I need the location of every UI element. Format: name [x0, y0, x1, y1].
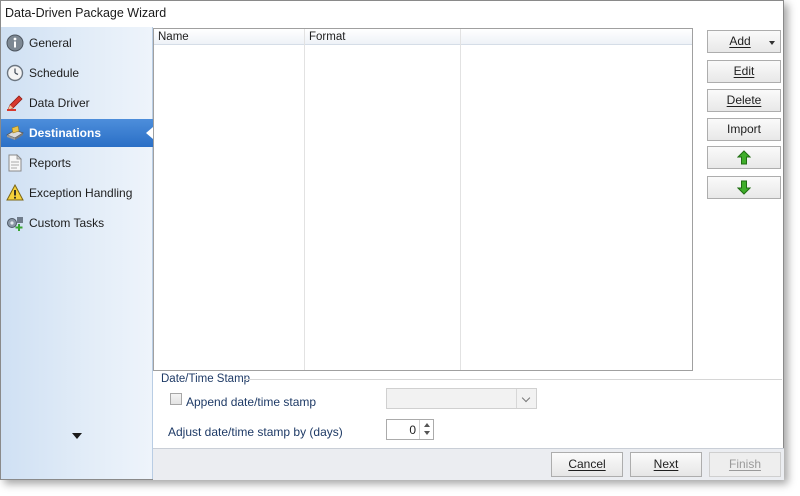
- info-icon: [6, 34, 24, 52]
- adjust-days-label: Adjust date/time stamp by (days): [168, 425, 343, 439]
- timestamp-format-select[interactable]: [386, 388, 537, 409]
- sidebar-item-label: Custom Tasks: [29, 216, 105, 230]
- move-down-button[interactable]: [707, 176, 781, 199]
- destinations-list[interactable]: Name Format: [153, 28, 693, 371]
- stepper-buttons[interactable]: [419, 420, 433, 439]
- append-timestamp-checkbox[interactable]: [170, 393, 182, 405]
- sidebar-item-label: Destinations: [29, 126, 102, 140]
- warning-icon: [6, 184, 24, 201]
- arrow-up-icon: [736, 150, 752, 165]
- clock-icon: [6, 64, 24, 82]
- destination-icon: [6, 125, 24, 140]
- next-button[interactable]: Next: [630, 452, 702, 477]
- column-divider: [460, 29, 461, 370]
- adjust-days-stepper[interactable]: 0: [386, 419, 434, 440]
- adjust-days-value[interactable]: 0: [409, 423, 416, 437]
- import-button[interactable]: Import: [707, 118, 781, 141]
- sidebar-item-general[interactable]: General: [1, 29, 153, 57]
- sidebar-item-reports[interactable]: Reports: [1, 149, 153, 177]
- window-title: Data-Driven Package Wizard: [5, 6, 167, 20]
- sidebar-item-label: Schedule: [29, 66, 80, 80]
- sidebar-item-schedule[interactable]: Schedule: [1, 59, 153, 87]
- scroll-down-arrow-icon[interactable]: [72, 433, 82, 439]
- pencil-icon: [7, 95, 23, 111]
- sidebar-item-exception-handling[interactable]: Exception Handling: [1, 179, 153, 207]
- wizard-sidebar: General Schedule Data Driver Destination…: [1, 27, 153, 479]
- group-divider: [244, 379, 782, 380]
- column-header-extra[interactable]: [461, 29, 692, 45]
- sidebar-item-label: Reports: [29, 156, 72, 170]
- stepper-up-icon[interactable]: [424, 423, 430, 427]
- cancel-button[interactable]: Cancel: [551, 452, 623, 477]
- sidebar-item-label: General: [29, 36, 72, 50]
- sidebar-item-label: Exception Handling: [29, 186, 133, 200]
- title-bar: Data-Driven Package Wizard: [1, 1, 783, 27]
- sidebar-item-destinations[interactable]: Destinations: [1, 119, 153, 147]
- move-up-button[interactable]: [707, 146, 781, 169]
- tasks-icon: [7, 217, 23, 231]
- edit-button[interactable]: Edit: [707, 60, 781, 83]
- wizard-window: Data-Driven Package Wizard General Sched…: [0, 0, 784, 480]
- add-button[interactable]: Add: [707, 30, 781, 53]
- column-header-format[interactable]: Format: [305, 29, 460, 45]
- stepper-down-icon[interactable]: [424, 431, 430, 435]
- sidebar-item-data-driver[interactable]: Data Driver: [1, 89, 153, 117]
- sidebar-item-custom-tasks[interactable]: Custom Tasks: [1, 209, 153, 237]
- sidebar-item-label: Data Driver: [29, 96, 90, 110]
- column-divider: [304, 29, 305, 370]
- list-header: Name Format: [154, 29, 692, 45]
- timestamp-group-label: Date/Time Stamp: [161, 373, 251, 385]
- append-timestamp-label[interactable]: Append date/time stamp: [186, 395, 316, 409]
- document-icon: [8, 154, 22, 172]
- chevron-down-icon[interactable]: [516, 389, 536, 408]
- delete-button[interactable]: Delete: [707, 89, 781, 112]
- finish-button[interactable]: Finish: [709, 452, 781, 477]
- chevron-down-icon: [769, 41, 775, 45]
- arrow-down-icon: [736, 180, 752, 195]
- column-header-name[interactable]: Name: [154, 29, 304, 45]
